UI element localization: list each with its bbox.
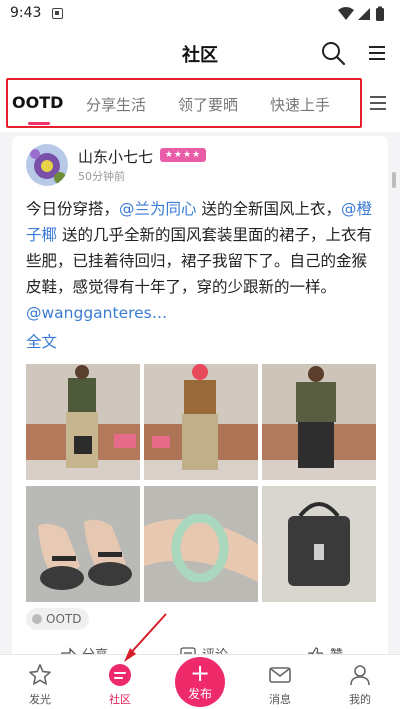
tab-ootd[interactable]: OOTD xyxy=(12,93,63,112)
share-button[interactable]: 分享 xyxy=(60,644,108,654)
topic-label: OOTD xyxy=(46,612,82,626)
share-icon xyxy=(61,647,76,654)
scrollbar[interactable] xyxy=(392,172,396,188)
comment-icon xyxy=(180,647,196,654)
mention-link[interactable]: @wangganteres… xyxy=(26,304,167,322)
nav-label: 我的 xyxy=(349,693,371,706)
post-actions: 分享 评论 赞 xyxy=(12,642,388,654)
annotation-arrow xyxy=(124,613,167,662)
avatar[interactable] xyxy=(26,144,68,186)
photo-outfit-front[interactable] xyxy=(26,364,140,480)
post-body: 今日份穿搭，@兰为同心 送的全新国风上衣，@橙子椰 送的几乎全新的国风套装里面的… xyxy=(26,196,380,326)
topic-icon xyxy=(32,614,42,624)
active-tab-indicator xyxy=(28,122,50,125)
status-bar: 9:43 xyxy=(0,0,400,28)
category-tabs: OOTD 分享生活 领了要晒 快速上手 xyxy=(0,76,400,132)
nav-item-profile[interactable]: 我的 xyxy=(330,655,390,709)
person-icon xyxy=(350,665,370,686)
nav-item-messages[interactable]: 消息 xyxy=(250,655,310,709)
post-text-segment: 今日份穿搭， xyxy=(26,200,120,218)
photo-handbag[interactable] xyxy=(262,486,376,602)
photo-jade-bracelet[interactable] xyxy=(144,486,258,602)
thumbs-up-icon xyxy=(308,647,324,654)
tabs-highlight-box: OOTD 分享生活 领了要晒 快速上手 xyxy=(6,78,362,128)
author-name[interactable]: 山东小七七 xyxy=(78,146,153,167)
notification-icon xyxy=(52,8,63,19)
post-text-segment: 送的全新国风上衣， xyxy=(196,200,341,218)
menu-icon[interactable] xyxy=(366,42,388,64)
tabs-more-icon[interactable] xyxy=(368,94,388,112)
nav-label: 消息 xyxy=(269,693,291,706)
photo-outfit-back[interactable] xyxy=(144,364,258,480)
publish-label: 发布 xyxy=(187,687,212,701)
post-time: 50分钟前 xyxy=(78,170,125,183)
system-status-icons xyxy=(338,6,384,21)
photo-outfit-side[interactable] xyxy=(262,364,376,480)
status-time: 9:43 xyxy=(10,5,42,21)
feed[interactable]: 山东小七七 ★★★★ 50分钟前 今日份穿搭，@兰为同心 送的全新国风上衣，@橙… xyxy=(0,132,400,654)
comment-button[interactable]: 评论 xyxy=(180,644,228,654)
nav-label: 社区 xyxy=(109,693,131,706)
tab-quick-start[interactable]: 快速上手 xyxy=(270,94,330,115)
post-card[interactable]: 山东小七七 ★★★★ 50分钟前 今日份穿搭，@兰为同心 送的全新国风上衣，@橙… xyxy=(12,136,388,654)
mail-icon xyxy=(269,667,291,683)
mention-link[interactable]: @兰为同心 xyxy=(119,200,197,218)
tab-share-life[interactable]: 分享生活 xyxy=(86,94,146,115)
star-icon xyxy=(29,664,51,685)
like-button[interactable]: 赞 xyxy=(308,644,343,654)
search-icon[interactable] xyxy=(320,40,346,66)
app-header: 社区 xyxy=(0,28,400,76)
photo-shoes[interactable] xyxy=(26,486,140,602)
tab-claimed-show[interactable]: 领了要晒 xyxy=(178,94,238,115)
publish-button[interactable]: + 发布 xyxy=(175,657,225,707)
nav-label: 发光 xyxy=(29,693,51,706)
expand-full-text-link[interactable]: 全文 xyxy=(26,330,57,352)
bottom-nav: 发光 社区 + 发布 消息 我的 xyxy=(0,654,400,709)
post-text-segment: 送的几乎全新的国风套装里面的裙子，上衣有些肥，已挂着待回归，裙子我留下了。自己的… xyxy=(26,226,372,296)
nav-item-glow[interactable]: 发光 xyxy=(10,655,70,709)
level-badge: ★★★★ xyxy=(160,148,206,162)
photo-grid xyxy=(26,364,376,602)
plus-icon: + xyxy=(189,659,211,687)
topic-tag[interactable]: OOTD xyxy=(26,608,90,630)
